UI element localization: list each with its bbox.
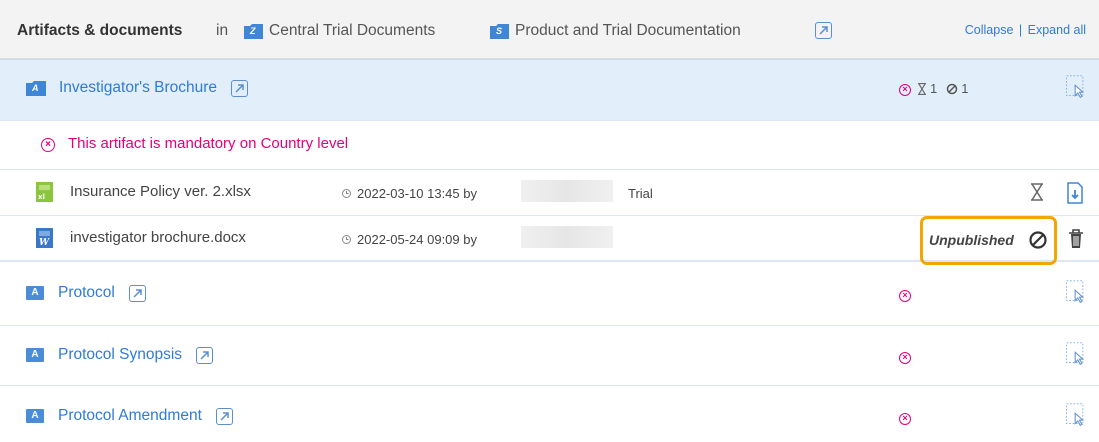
docx-file-icon: W bbox=[36, 228, 53, 248]
artifact-label[interactable]: Protocol Amendment bbox=[58, 407, 202, 425]
mandatory-warning-icon: × bbox=[41, 138, 55, 152]
open-external-icon[interactable] bbox=[196, 346, 214, 364]
artifact-label[interactable]: Investigator's Brochure bbox=[59, 79, 217, 97]
version-icon bbox=[342, 189, 351, 198]
mandatory-indicator-icon: × bbox=[899, 290, 911, 302]
upload-drop-zone-icon[interactable] bbox=[1065, 403, 1087, 427]
artifact-folder-icon: A bbox=[26, 80, 46, 96]
open-external-icon[interactable] bbox=[231, 79, 249, 97]
pending-count: 1 bbox=[930, 81, 938, 96]
document-meta: 2022-05-24 09:09 by bbox=[357, 232, 477, 247]
svg-text:W: W bbox=[39, 238, 50, 248]
unpublished-status: Unpublished bbox=[929, 232, 1014, 248]
version-icon bbox=[342, 235, 351, 244]
artifact-badge-icon: A bbox=[26, 409, 44, 423]
unpublished-status-icon[interactable] bbox=[1028, 230, 1048, 250]
unpublished-count: 1 bbox=[961, 81, 969, 96]
header-in-word: in bbox=[216, 22, 229, 39]
upload-drop-zone-icon[interactable] bbox=[1065, 342, 1087, 366]
artifact-protocol-amendment[interactable]: A Protocol Amendment bbox=[0, 386, 1099, 442]
mandatory-notice-text: This artifact is mandatory on Country le… bbox=[68, 135, 349, 152]
hourglass-icon bbox=[1031, 183, 1043, 201]
mandatory-indicator-icon: × bbox=[899, 84, 911, 96]
redacted-author bbox=[521, 180, 613, 202]
header-title: Artifacts & documents bbox=[17, 22, 183, 39]
crumb-label: Product and Trial Documentation bbox=[515, 22, 741, 39]
crumb-product-trial-documentation[interactable]: S Product and Trial Documentation bbox=[490, 22, 741, 40]
artifact-label[interactable]: Protocol bbox=[58, 284, 115, 302]
document-name[interactable]: investigator brochure.docx bbox=[70, 229, 246, 246]
trash-icon[interactable] bbox=[1068, 229, 1084, 249]
artifact-counts: 1 1 bbox=[917, 81, 973, 96]
upload-drop-zone-icon[interactable] bbox=[1065, 75, 1087, 99]
separator: | bbox=[1018, 23, 1023, 37]
document-row[interactable]: xl Insurance Policy ver. 2.xlsx 2022-03-… bbox=[0, 170, 1099, 216]
document-level: Trial bbox=[628, 186, 653, 201]
open-external-icon[interactable] bbox=[215, 407, 233, 425]
folder-z-icon: Z bbox=[244, 23, 263, 39]
crumb-label: Central Trial Documents bbox=[269, 22, 436, 39]
document-meta: 2022-03-10 13:45 by bbox=[357, 186, 477, 201]
artifacts-header: Artifacts & documents in Z Central Trial… bbox=[0, 0, 1099, 59]
open-external-icon[interactable] bbox=[128, 284, 146, 302]
redacted-author bbox=[521, 226, 613, 248]
folder-s-icon: S bbox=[490, 23, 509, 39]
mandatory-indicator-icon: × bbox=[899, 352, 911, 364]
mandatory-indicator-icon: × bbox=[899, 413, 911, 425]
artifact-protocol-synopsis[interactable]: A Protocol Synopsis bbox=[0, 326, 1099, 386]
upload-drop-zone-icon[interactable] bbox=[1065, 280, 1087, 304]
artifact-badge-icon: A bbox=[26, 286, 44, 300]
collapse-link[interactable]: Collapse bbox=[965, 23, 1014, 37]
artifact-protocol[interactable]: A Protocol bbox=[0, 264, 1099, 326]
hourglass-icon bbox=[918, 82, 926, 95]
svg-text:xl: xl bbox=[38, 193, 45, 201]
mandatory-notice-row: × This artifact is mandatory on Country … bbox=[0, 120, 1099, 170]
unpublished-icon bbox=[946, 83, 958, 94]
document-name[interactable]: Insurance Policy ver. 2.xlsx bbox=[70, 183, 251, 200]
artifact-label[interactable]: Protocol Synopsis bbox=[58, 346, 182, 364]
expand-all-link[interactable]: Expand all bbox=[1028, 23, 1086, 37]
download-file-icon[interactable] bbox=[1066, 182, 1084, 204]
crumb-central-trial-documents[interactable]: Z Central Trial Documents bbox=[244, 22, 435, 40]
artifact-badge-icon: A bbox=[26, 348, 44, 362]
collapse-expand-controls: Collapse | Expand all bbox=[965, 23, 1086, 37]
open-external-icon[interactable] bbox=[815, 22, 832, 39]
xlsx-file-icon: xl bbox=[36, 182, 53, 202]
